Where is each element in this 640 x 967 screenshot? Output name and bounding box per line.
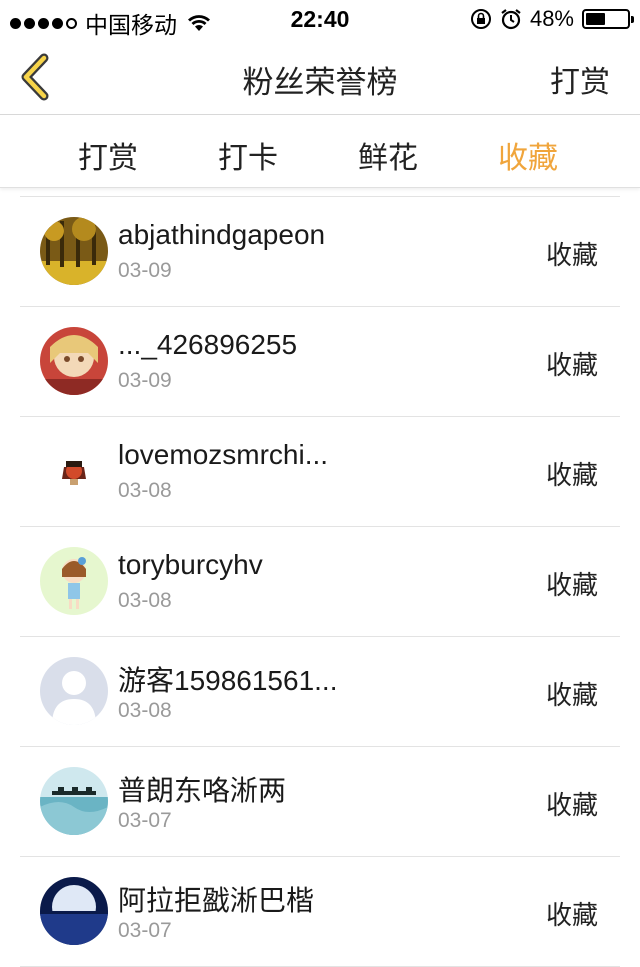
list-item[interactable]: toryburcyhv 03-08 收藏 [20, 527, 620, 637]
favorite-label: 收藏 [545, 460, 598, 490]
favorite-label: 收藏 [545, 350, 598, 380]
page-title: 粉丝荣誉榜 [242, 65, 398, 100]
avatar [40, 437, 108, 505]
list-item[interactable]: lovemozsmrchi... 03-08 收藏 [20, 417, 620, 527]
avatar [40, 327, 108, 395]
rotation-lock-icon [470, 9, 491, 29]
avatar [40, 767, 108, 835]
favorite-label: 收藏 [545, 900, 598, 930]
tab-flowers[interactable]: 鲜花 [318, 133, 458, 177]
status-bar: 中国移动 22:40 48% [0, 0, 640, 40]
avatar [40, 217, 108, 285]
nav-bar: 粉丝荣誉榜 打赏 [0, 40, 640, 115]
favorite-date: 03-08 [118, 589, 172, 612]
avatar [40, 657, 108, 725]
favorite-date: 03-08 [118, 479, 172, 502]
tab-favorites[interactable]: 收藏 [458, 133, 598, 177]
tab-reward[interactable]: 打赏 [38, 133, 178, 177]
list-item[interactable]: 普朗东咯淅两 03-07 收藏 [20, 747, 620, 857]
favorite-label: 收藏 [545, 790, 598, 820]
reward-button[interactable]: 打赏 [550, 57, 610, 101]
user-name: ..._426896255 [118, 329, 298, 360]
list-item[interactable]: 游客159861561... 03-08 收藏 [20, 637, 620, 747]
user-name: abjathindgapeon [118, 219, 326, 250]
favorite-label: 收藏 [545, 570, 598, 600]
status-right: 48% [470, 6, 634, 32]
favorite-label: 收藏 [545, 680, 598, 710]
user-name: 阿拉拒戤淅巴楷 [118, 885, 315, 916]
favorite-date: 03-07 [118, 919, 172, 942]
list-item[interactable]: ..._426896255 03-09 收藏 [20, 307, 620, 417]
user-name: 普朗东咯淅两 [118, 775, 287, 806]
battery-percent: 48% [529, 6, 574, 31]
list-item[interactable]: abjathindgapeon 03-09 收藏 [20, 197, 620, 307]
favorite-date: 03-09 [118, 259, 172, 282]
favorite-date: 03-09 [118, 369, 172, 392]
list-item[interactable]: 阿拉拒戤淅巴楷 03-07 收藏 [20, 857, 620, 967]
favorite-date: 03-07 [118, 809, 172, 832]
battery-icon [582, 9, 634, 29]
favorite-label: 收藏 [545, 240, 598, 270]
avatar [40, 877, 108, 945]
tab-bar: 打赏 打卡 鲜花 收藏 [0, 115, 640, 188]
favorite-date: 03-08 [118, 699, 172, 722]
user-name: 游客159861561... [118, 665, 338, 696]
fan-list: abjathindgapeon 03-09 收藏 ..._426896255 0… [20, 196, 620, 967]
user-name: lovemozsmrchi... [118, 439, 329, 470]
tab-checkin[interactable]: 打卡 [178, 133, 318, 177]
user-name: toryburcyhv [118, 549, 263, 580]
avatar [40, 547, 108, 615]
alarm-icon [501, 9, 521, 30]
